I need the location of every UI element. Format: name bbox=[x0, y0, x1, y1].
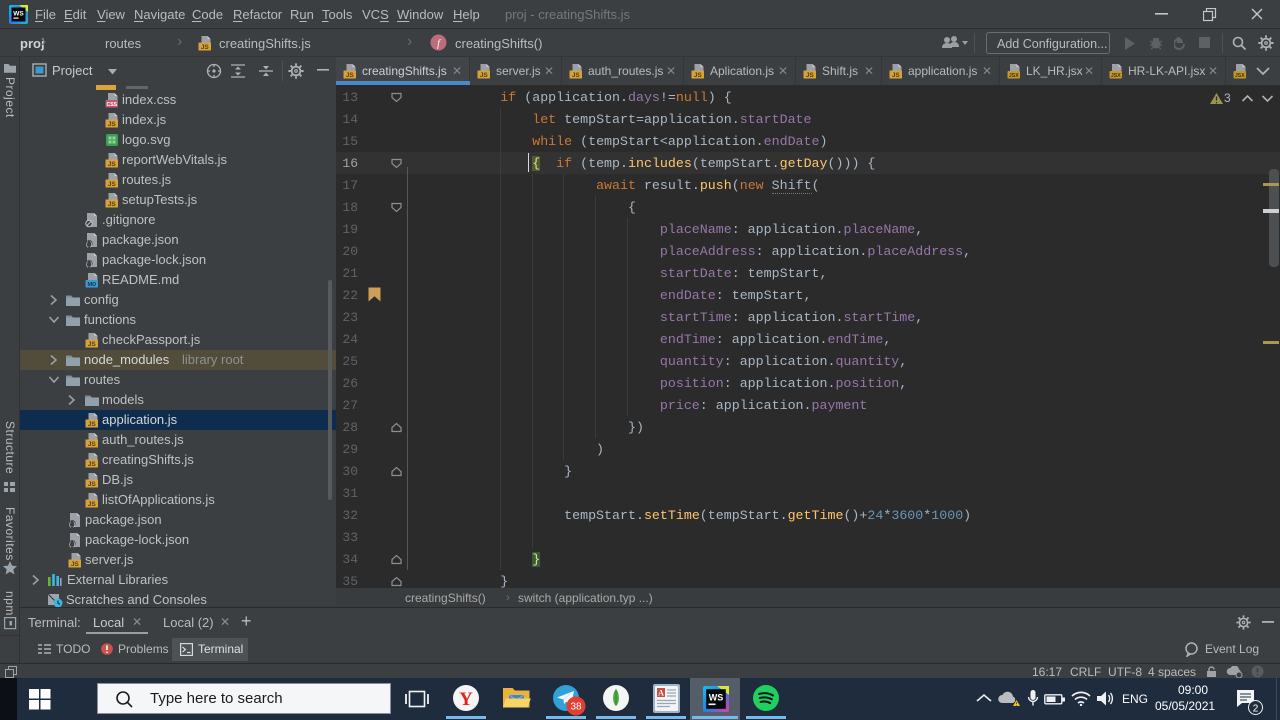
svg-text:2: 2 bbox=[1253, 704, 1259, 715]
svg-text:Y: Y bbox=[459, 689, 473, 710]
svg-text:A: A bbox=[658, 689, 664, 698]
svg-text:38: 38 bbox=[570, 702, 582, 713]
svg-text:WS: WS bbox=[13, 11, 24, 18]
svg-text:WS: WS bbox=[709, 693, 724, 703]
